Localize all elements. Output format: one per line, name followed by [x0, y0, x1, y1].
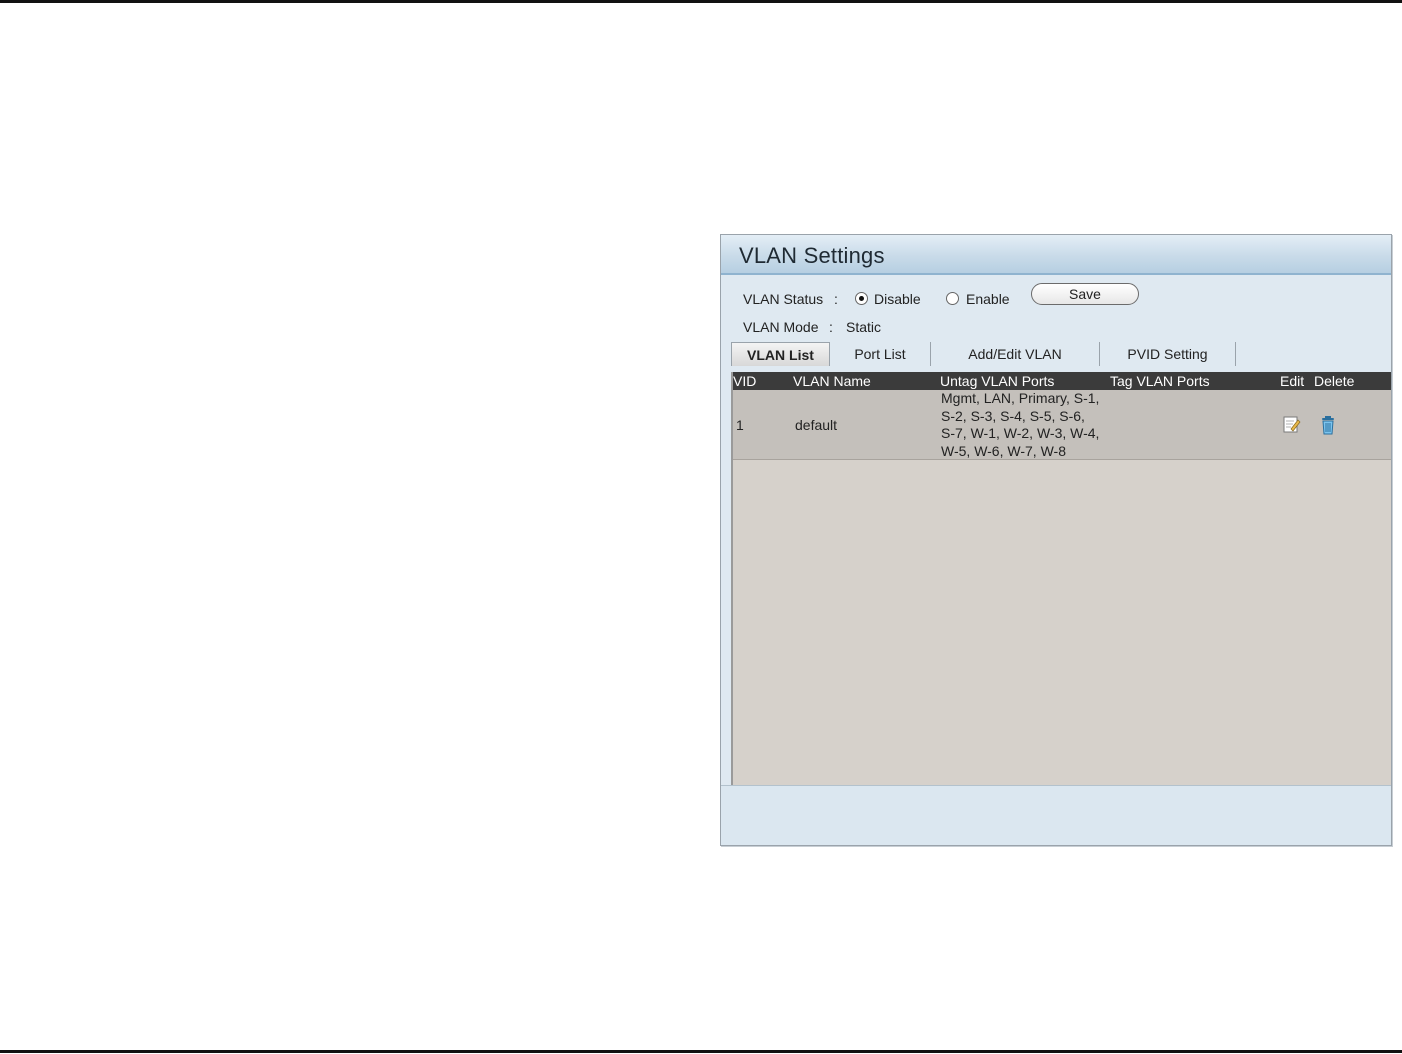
vlan-mode-separator: :	[829, 319, 833, 335]
untag-ports-line: Mgmt, LAN, Primary, S-1,	[941, 390, 1100, 406]
edit-icon[interactable]	[1282, 415, 1302, 435]
top-rule	[0, 0, 1402, 3]
save-button[interactable]: Save	[1031, 283, 1139, 305]
cell-vid: 1	[736, 417, 744, 433]
vlan-mode-value: Static	[846, 319, 882, 335]
tab-add-edit-vlan[interactable]: Add/Edit VLAN	[931, 342, 1100, 366]
untag-ports-line: S-7, W-1, W-2, W-3, W-4,	[941, 425, 1100, 441]
untag-ports-line: S-2, S-3, S-4, S-5, S-6,	[941, 407, 1085, 424]
vlan-status-row: VLAN Status : Disable Enable Save	[743, 283, 1343, 315]
enable-radio[interactable]	[946, 292, 959, 305]
header-vid: VID	[733, 373, 757, 389]
cell-untag-ports: Mgmt, LAN, Primary, S-1, S-2, S-3, S-4, …	[941, 390, 1099, 460]
vlan-status-separator: :	[834, 291, 838, 307]
header-vlan-name: VLAN Name	[793, 373, 871, 389]
header-delete: Delete	[1314, 373, 1355, 389]
cell-vlan-name: default	[795, 417, 838, 433]
header-tag-vlan-ports: Tag VLAN Ports	[1110, 373, 1210, 389]
vlan-status-label: VLAN Status	[743, 291, 824, 307]
vlan-settings-panel: VLAN Settings VLAN Status : Disable Enab…	[720, 234, 1392, 846]
panel-header: VLAN Settings	[721, 235, 1391, 275]
header-edit: Edit	[1280, 373, 1305, 389]
tab-port-list[interactable]: Port List	[830, 342, 931, 366]
bottom-rule	[0, 1050, 1402, 1053]
tab-pvid-setting[interactable]: PVID Setting	[1100, 342, 1236, 366]
enable-radio-label[interactable]: Enable	[966, 291, 1010, 307]
untag-ports-line: W-5, W-6, W-7, W-8	[941, 442, 1066, 459]
panel-footer	[721, 785, 1391, 845]
page-title: VLAN Settings	[739, 243, 885, 268]
vlan-mode-label: VLAN Mode	[743, 319, 819, 335]
tab-vlan-list[interactable]: VLAN List	[731, 342, 830, 366]
disable-radio-label[interactable]: Disable	[874, 291, 921, 307]
table-row: 1 default Mgmt, LAN, Primary, S-1, S-2, …	[733, 390, 1391, 460]
header-untag-vlan-ports: Untag VLAN Ports	[940, 373, 1055, 389]
table-header: VID VLAN Name Untag VLAN Ports Tag VLAN …	[733, 372, 1391, 390]
vlan-table: VID VLAN Name Untag VLAN Ports Tag VLAN …	[731, 372, 1391, 785]
trash-icon[interactable]	[1318, 415, 1338, 435]
disable-radio[interactable]	[855, 292, 868, 305]
